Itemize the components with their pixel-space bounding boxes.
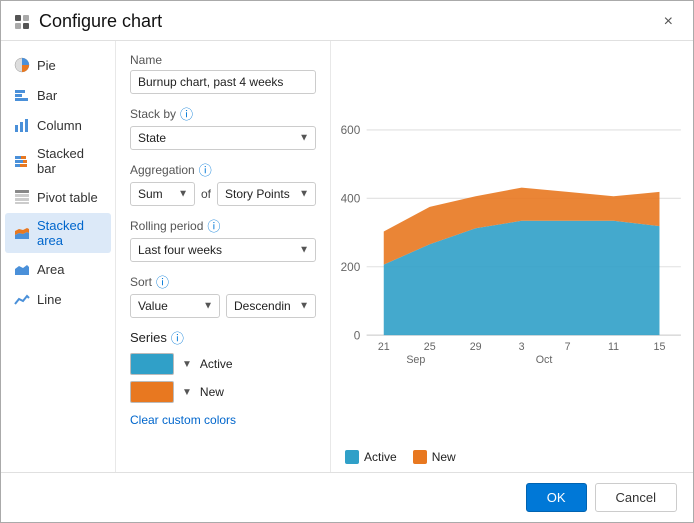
rolling-period-select[interactable]: Last four weeks Last eight weeks Last tw… — [130, 238, 316, 262]
chart-type-pivot-label: Pivot table — [37, 190, 98, 205]
aggregation-info-icon[interactable]: ⓘ — [199, 160, 212, 179]
svg-text:29: 29 — [470, 341, 482, 353]
config-panel: Name Stack by ⓘ State Type Priority ▼ — [116, 41, 331, 472]
sort-label: Sort — [130, 275, 152, 289]
dialog-icon — [13, 13, 31, 31]
cancel-button[interactable]: Cancel — [595, 483, 677, 512]
ok-button[interactable]: OK — [526, 483, 587, 512]
dialog-body: Pie Bar — [1, 41, 693, 472]
chart-svg: 600 400 200 0 — [341, 51, 683, 444]
dialog-footer: OK Cancel — [1, 472, 693, 522]
stack-by-select[interactable]: State Type Priority — [130, 126, 316, 150]
name-field-group: Name — [130, 53, 316, 94]
series-new-arrow-icon[interactable]: ▼ — [182, 387, 192, 398]
legend-label-active: Active — [364, 450, 397, 464]
chart-preview-area: 600 400 200 0 — [331, 41, 693, 472]
chart-type-stacked-area-label: Stacked area — [37, 218, 103, 248]
stack-by-group: Stack by ⓘ State Type Priority ▼ — [130, 104, 316, 150]
svg-text:0: 0 — [354, 329, 361, 342]
chart-type-list: Pie Bar — [1, 41, 116, 472]
chart-container: 600 400 200 0 — [341, 51, 683, 444]
pivot-icon — [13, 188, 31, 206]
chart-type-pie-label: Pie — [37, 58, 56, 73]
column-icon — [13, 116, 31, 134]
series-info-icon[interactable]: ⓘ — [171, 328, 184, 347]
svg-text:25: 25 — [424, 341, 436, 353]
dialog-title: Configure chart — [39, 11, 162, 32]
legend-item-active: Active — [345, 450, 397, 464]
legend-color-new — [413, 450, 427, 464]
bar-icon — [13, 86, 31, 104]
aggregation-group: Aggregation ⓘ Sum Count Average ▼ of — [130, 160, 316, 206]
chart-legend: Active New — [341, 444, 683, 466]
chart-type-pivot[interactable]: Pivot table — [5, 183, 111, 211]
chart-type-column[interactable]: Column — [5, 111, 111, 139]
series-new-label: New — [200, 385, 224, 399]
svg-text:21: 21 — [378, 341, 390, 353]
svg-text:Sep: Sep — [406, 354, 425, 366]
agg-func-select[interactable]: Sum Count Average — [130, 182, 195, 206]
rolling-period-info-icon[interactable]: ⓘ — [207, 216, 220, 235]
chart-type-pie[interactable]: Pie — [5, 51, 111, 79]
svg-text:600: 600 — [341, 124, 361, 137]
svg-text:Oct: Oct — [536, 354, 553, 366]
rolling-period-label: Rolling period — [130, 219, 203, 233]
close-button[interactable]: × — [660, 12, 677, 32]
svg-text:3: 3 — [519, 341, 525, 353]
sort-group: Sort ⓘ Value Name ▼ Descending A — [130, 272, 316, 318]
configure-chart-dialog: Configure chart × Pie — [0, 0, 694, 523]
sort-info-icon[interactable]: ⓘ — [156, 272, 169, 291]
chart-type-area-label: Area — [37, 262, 64, 277]
series-label: Series — [130, 330, 167, 345]
chart-type-bar[interactable]: Bar — [5, 81, 111, 109]
series-item-active: ▼ Active — [130, 353, 316, 375]
series-color-active[interactable] — [130, 353, 174, 375]
svg-text:15: 15 — [654, 341, 666, 353]
series-active-label: Active — [200, 357, 233, 371]
chart-type-stacked-area[interactable]: Stacked area — [5, 213, 111, 253]
chart-type-bar-label: Bar — [37, 88, 57, 103]
series-item-new: ▼ New — [130, 381, 316, 403]
svg-text:7: 7 — [565, 341, 571, 353]
stacked-bar-icon — [13, 152, 31, 170]
clear-custom-colors-link[interactable]: Clear custom colors — [130, 413, 236, 427]
series-active-arrow-icon[interactable]: ▼ — [182, 359, 192, 370]
chart-type-stacked-bar-label: Stacked bar — [37, 146, 103, 176]
series-color-new[interactable] — [130, 381, 174, 403]
area-icon — [13, 260, 31, 278]
svg-text:200: 200 — [341, 261, 361, 274]
svg-text:11: 11 — [608, 341, 619, 353]
chart-type-stacked-bar[interactable]: Stacked bar — [5, 141, 111, 181]
chart-type-line[interactable]: Line — [5, 285, 111, 313]
agg-of-text: of — [201, 187, 211, 201]
chart-type-area[interactable]: Area — [5, 255, 111, 283]
stack-by-info-icon[interactable]: ⓘ — [180, 104, 193, 123]
sort-by-select[interactable]: Value Name — [130, 294, 220, 318]
name-input[interactable] — [130, 70, 316, 94]
rolling-period-group: Rolling period ⓘ Last four weeks Last ei… — [130, 216, 316, 262]
stack-by-label: Stack by — [130, 107, 176, 121]
line-icon — [13, 290, 31, 308]
svg-text:400: 400 — [341, 193, 361, 206]
agg-field-select[interactable]: Story Points Count Effort — [217, 182, 316, 206]
aggregation-label: Aggregation — [130, 163, 195, 177]
name-label: Name — [130, 53, 316, 67]
pie-icon — [13, 56, 31, 74]
chart-type-column-label: Column — [37, 118, 82, 133]
chart-type-line-label: Line — [37, 292, 62, 307]
title-bar: Configure chart × — [1, 1, 693, 41]
legend-item-new: New — [413, 450, 456, 464]
legend-color-active — [345, 450, 359, 464]
sort-dir-select[interactable]: Descending Ascending — [226, 294, 316, 318]
stacked-area-icon — [13, 224, 31, 242]
legend-label-new: New — [432, 450, 456, 464]
series-section: Series ⓘ ▼ Active ▼ New Clear custom col… — [130, 328, 316, 427]
